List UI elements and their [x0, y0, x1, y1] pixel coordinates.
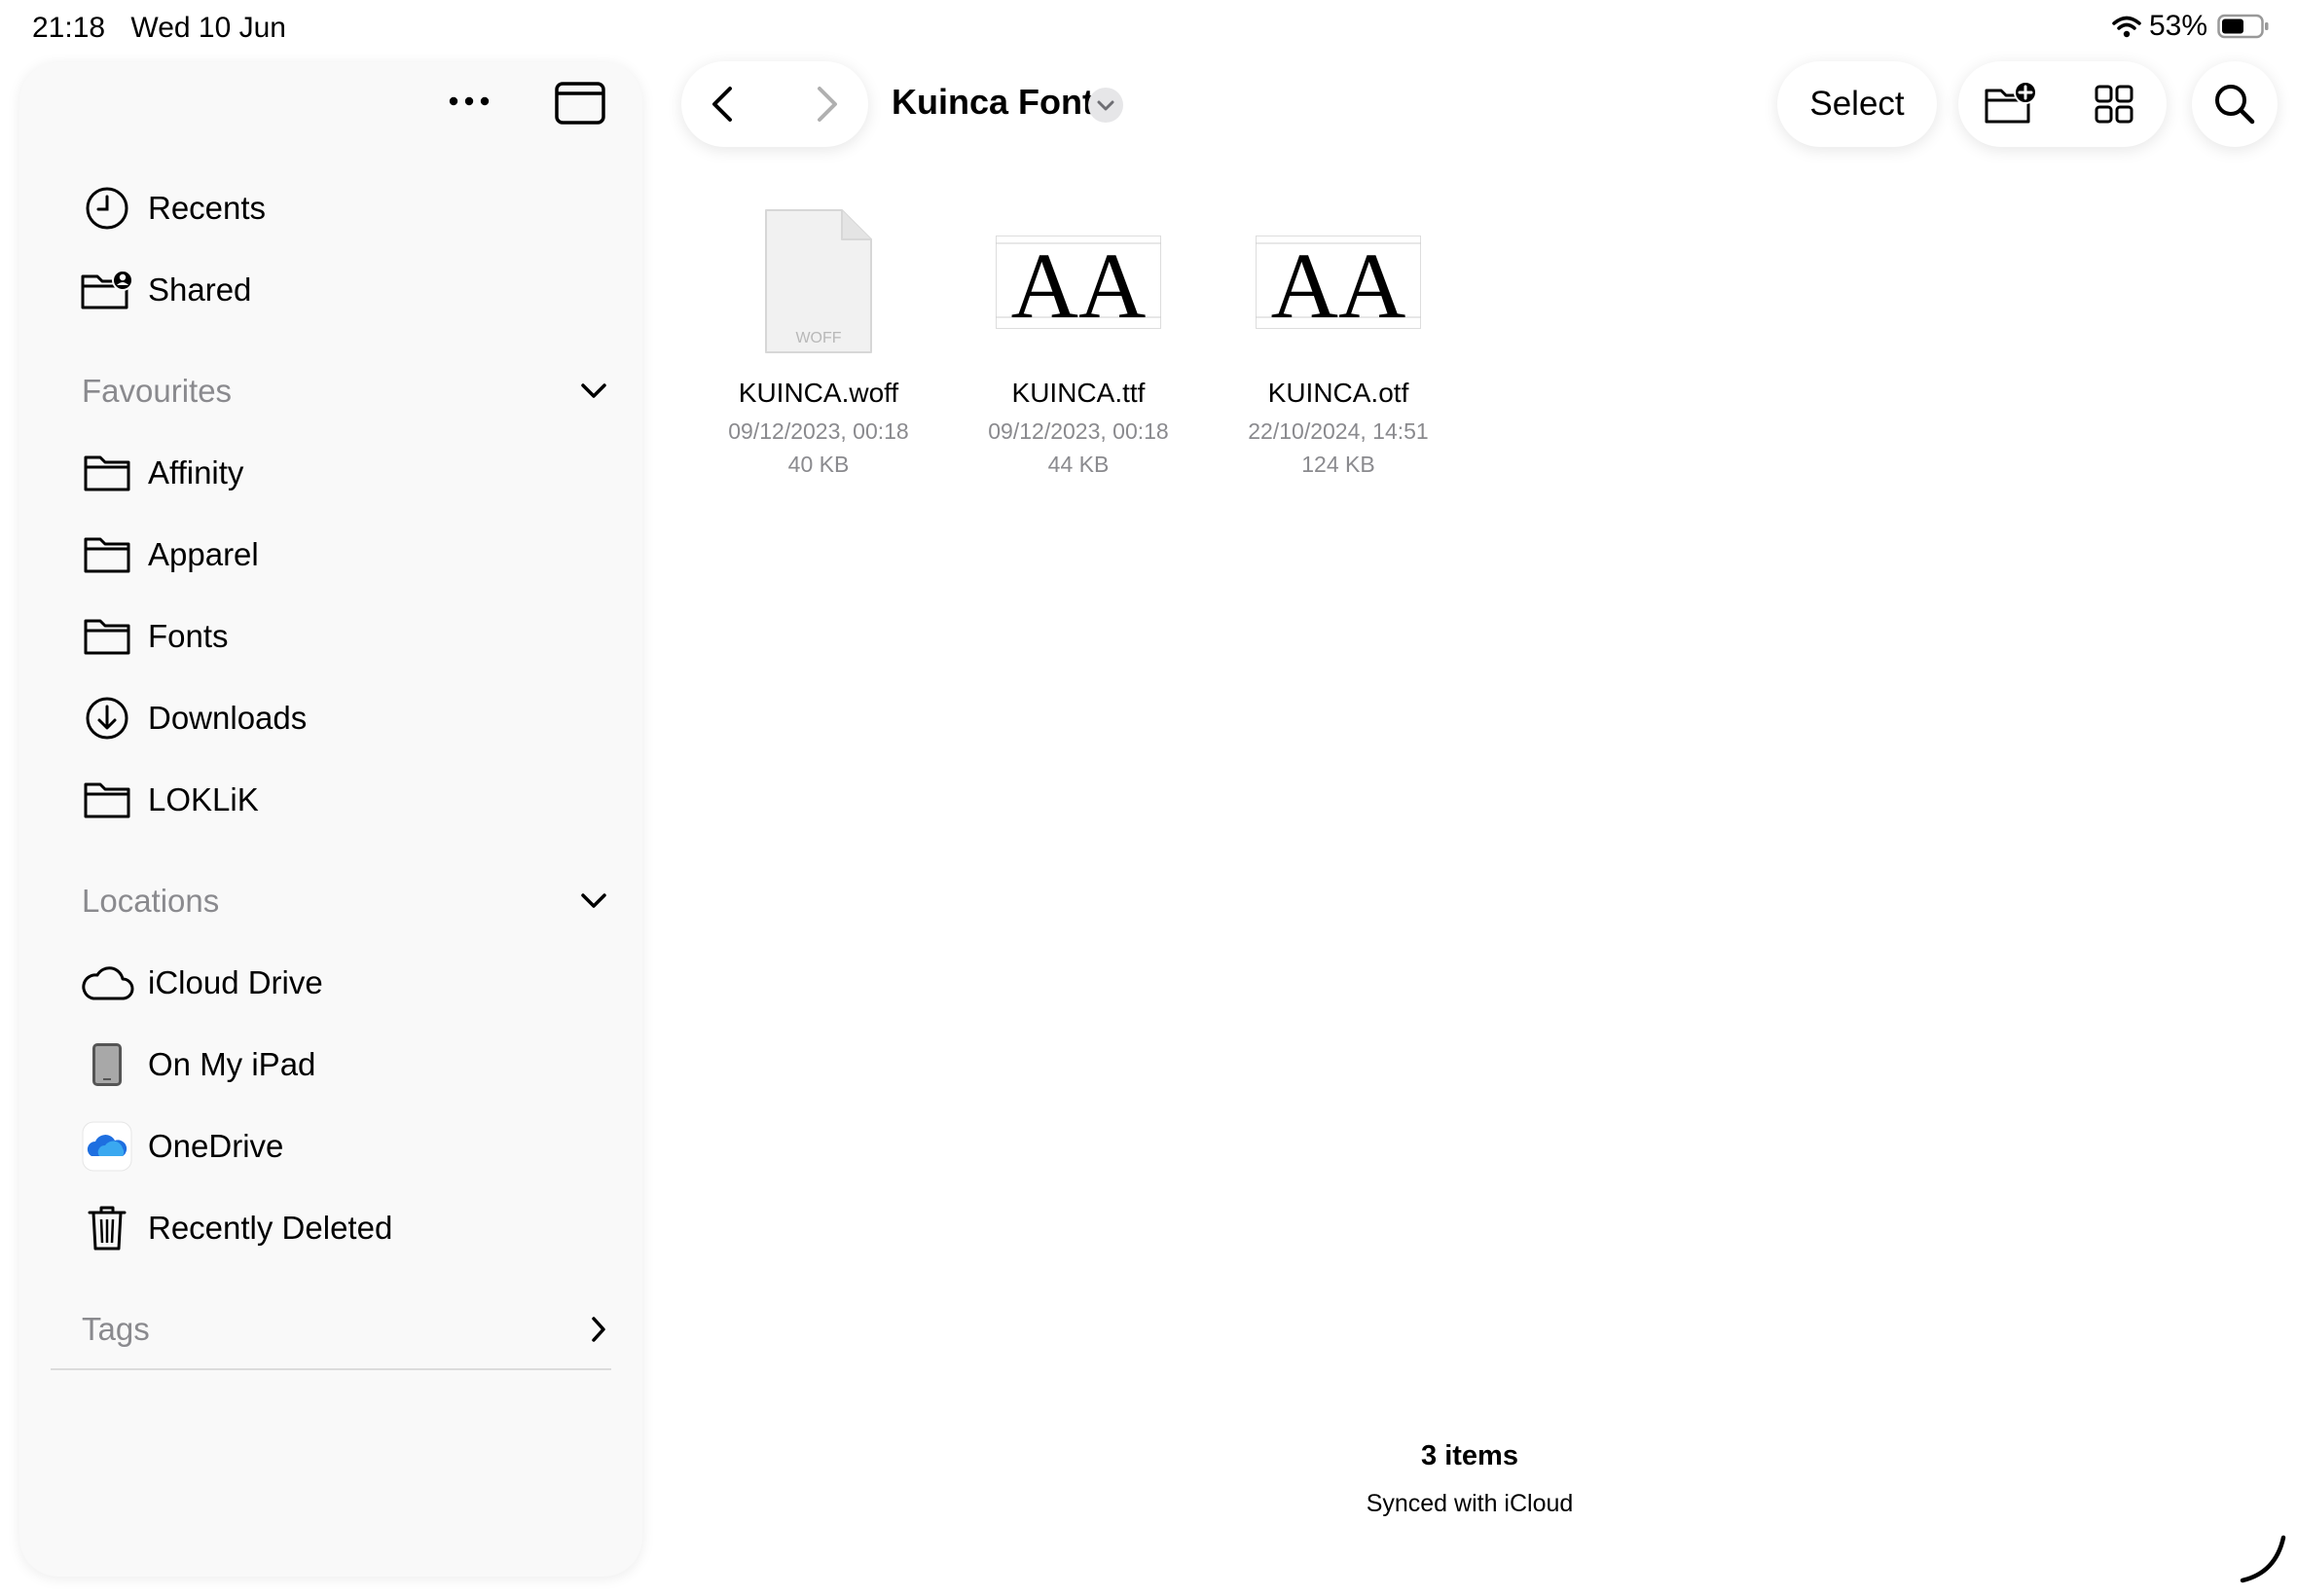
ipad-icon: [80, 1037, 134, 1092]
title-menu-chevron-icon[interactable]: [1088, 88, 1123, 123]
sidebar-item-label: iCloud Drive: [148, 964, 323, 1000]
sidebar-item-label: Recently Deleted: [148, 1210, 393, 1246]
file-name: KUINCA.ttf: [1011, 378, 1146, 408]
select-label: Select: [1809, 85, 1905, 123]
status-left: 21:18 Wed 10 Jun: [32, 12, 304, 45]
font-preview-thumbnail: AA: [966, 195, 1190, 370]
sidebar-item-label: Shared: [148, 272, 252, 308]
status-date: Wed 10 Jun: [130, 12, 286, 44]
sidebar-item-label: LOKLiK: [148, 781, 259, 817]
sync-status: Synced with iCloud: [1366, 1490, 1574, 1517]
search-button[interactable]: [2192, 61, 2278, 147]
file-name: KUINCA.woff: [738, 378, 899, 408]
file-name: KUINCA.otf: [1267, 378, 1409, 408]
sidebar-item-label: Fonts: [148, 618, 229, 654]
sidebar-item-label: Recents: [148, 190, 267, 226]
sidebar-item-label: On My iPad: [148, 1046, 316, 1082]
sidebar-item-fonts[interactable]: Fonts: [80, 607, 229, 666]
file-item[interactable]: WOFF KUINCA.woff 09/12/2023, 00:18 40 KB: [707, 195, 930, 481]
item-count: 3 items: [1421, 1440, 1518, 1471]
file-date: 22/10/2024, 14:51: [1248, 418, 1429, 444]
folder-icon: [80, 446, 134, 500]
sidebar-item-label: Apparel: [148, 536, 259, 572]
sidebar-divider: [51, 1368, 611, 1370]
download-circle-icon: [80, 691, 134, 745]
sidebar-item-apparel[interactable]: Apparel: [80, 526, 259, 584]
file-item[interactable]: AA KUINCA.otf 22/10/2024, 14:51 124 KB: [1226, 195, 1450, 481]
file-date: 09/12/2023, 00:18: [988, 418, 1169, 444]
sidebar: Recents Shared Favourites Affinity Appar…: [19, 62, 642, 1577]
view-options-button[interactable]: [2089, 79, 2143, 129]
file-size: 44 KB: [1047, 452, 1110, 477]
wifi-icon: [2112, 15, 2141, 38]
search-icon: [2211, 81, 2258, 127]
select-button[interactable]: Select: [1777, 61, 1937, 147]
locations-section-header[interactable]: Locations: [82, 874, 607, 928]
section-title: Tags: [82, 1311, 150, 1347]
folder-footer: 3 items Synced with iCloud: [1275, 1440, 1664, 1518]
folder-icon: [80, 773, 134, 827]
sidebar-item-label: OneDrive: [148, 1128, 284, 1164]
forward-button[interactable]: [802, 81, 849, 127]
navigation-controls: [681, 61, 868, 147]
woff-thumb-text: WOFF: [795, 330, 841, 346]
folder-icon: [80, 609, 134, 664]
status-time: 21:18: [32, 12, 106, 44]
section-title: Locations: [82, 883, 220, 919]
battery-icon: [2217, 13, 2270, 40]
grid-icon: [2089, 79, 2143, 129]
clock-icon: [80, 181, 134, 236]
shared-folder-icon: [80, 263, 134, 317]
font-preview-thumbnail: AA: [1226, 195, 1450, 370]
sidebar-item-onedrive[interactable]: OneDrive: [80, 1117, 283, 1176]
onedrive-icon: [80, 1119, 134, 1174]
battery-percent: 53%: [2148, 10, 2207, 42]
trash-icon: [80, 1201, 134, 1255]
file-date: 09/12/2023, 00:18: [728, 418, 909, 444]
folder-icon: [80, 527, 134, 582]
file-item[interactable]: AA KUINCA.ttf 09/12/2023, 00:18 44 KB: [966, 195, 1190, 481]
sidebar-item-on-my-ipad[interactable]: On My iPad: [80, 1035, 315, 1094]
font-preview-text: AA: [1011, 236, 1147, 329]
status-bar: 21:18 Wed 10 Jun 53%: [0, 0, 2297, 60]
favourites-section-header[interactable]: Favourites: [82, 364, 607, 418]
sidebar-item-icloud-drive[interactable]: iCloud Drive: [80, 954, 323, 1012]
chevron-right-icon[interactable]: [590, 1316, 607, 1343]
sidebar-item-affinity[interactable]: Affinity: [80, 444, 243, 502]
sidebar-toggle-icon[interactable]: [555, 82, 605, 125]
back-button[interactable]: [701, 81, 747, 127]
sidebar-item-loklik[interactable]: LOKLiK: [80, 771, 259, 829]
file-size: 40 KB: [787, 452, 850, 477]
toolbar-actions: [1958, 61, 2167, 147]
status-right: 53%: [2112, 10, 2270, 43]
folder-title[interactable]: Kuinca Font: [892, 82, 1094, 123]
new-folder-icon: [1984, 79, 2038, 129]
cloud-icon: [80, 956, 134, 1010]
resize-handle-icon[interactable]: [2233, 1528, 2291, 1586]
new-folder-button[interactable]: [1984, 79, 2038, 129]
sidebar-item-label: Downloads: [148, 700, 308, 736]
sidebar-item-label: Affinity: [148, 454, 244, 490]
font-preview-text: AA: [1271, 236, 1406, 329]
section-title: Favourites: [82, 373, 233, 409]
sidebar-item-recently-deleted[interactable]: Recently Deleted: [80, 1199, 392, 1257]
document-thumbnail: WOFF: [707, 195, 930, 370]
more-icon[interactable]: [446, 88, 492, 115]
sidebar-item-recents[interactable]: Recents: [80, 179, 266, 237]
chevron-down-icon[interactable]: [580, 382, 607, 400]
file-size: 124 KB: [1301, 452, 1375, 477]
sidebar-item-shared[interactable]: Shared: [80, 261, 251, 319]
tags-section-header[interactable]: Tags: [82, 1302, 607, 1357]
chevron-down-icon[interactable]: [580, 892, 607, 910]
sidebar-item-downloads[interactable]: Downloads: [80, 689, 307, 747]
